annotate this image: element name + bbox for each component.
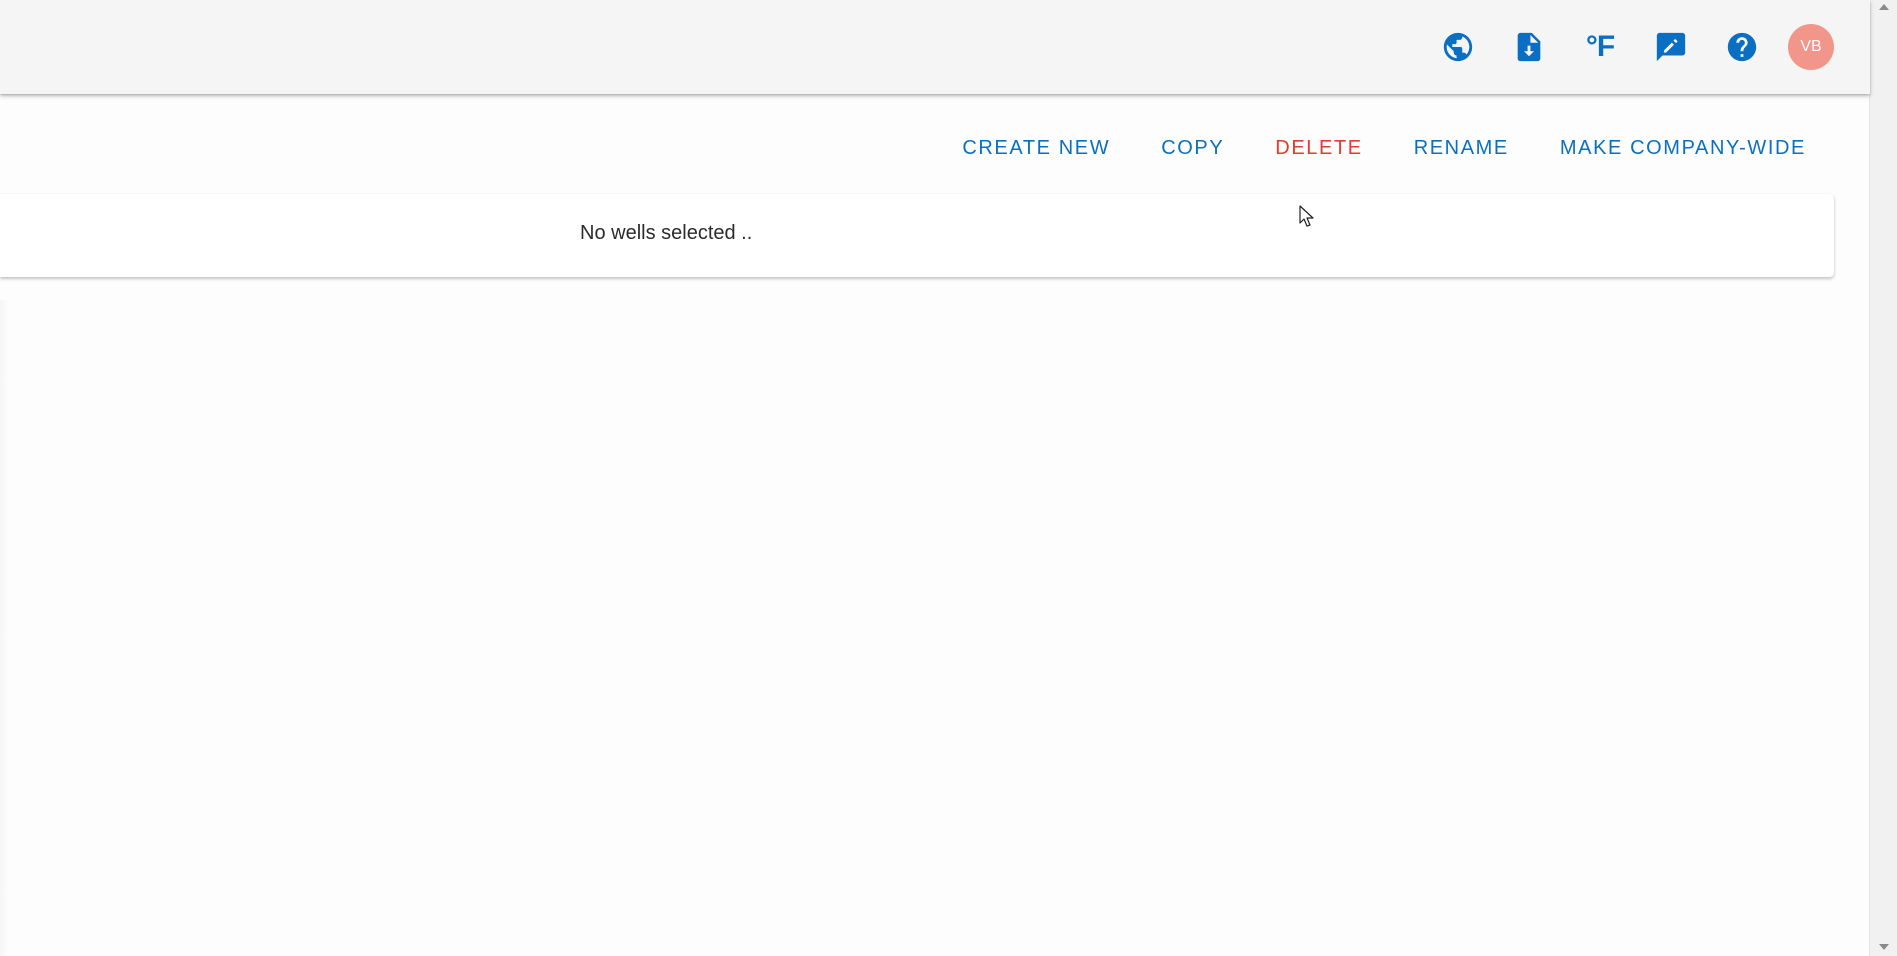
page: °F VB CREATE NEW COPY DELETE RENAME MAKE…: [0, 0, 1897, 956]
feedback-edit-icon[interactable]: [1647, 23, 1695, 71]
toolbar-actions: CREATE NEW COPY DELETE RENAME MAKE COMPA…: [911, 130, 1806, 166]
rename-button[interactable]: RENAME: [1414, 137, 1509, 160]
create-new-button[interactable]: CREATE NEW: [962, 137, 1110, 160]
app-bar: °F VB: [0, 0, 1870, 94]
mouse-cursor-icon: [1299, 205, 1315, 234]
wells-card: No wells selected ..: [0, 194, 1834, 277]
empty-state-message: No wells selected ..: [580, 222, 753, 244]
file-download-icon[interactable]: [1505, 23, 1553, 71]
panel-edge-shadow: [0, 300, 8, 956]
scroll-down-arrow-icon[interactable]: [1879, 944, 1889, 950]
app-bar-icons: °F VB: [1411, 23, 1834, 71]
avatar-initials: VB: [1800, 38, 1822, 55]
help-icon[interactable]: [1718, 23, 1766, 71]
temperature-unit-label: °F: [1585, 30, 1615, 63]
delete-button[interactable]: DELETE: [1275, 137, 1362, 160]
main-area: °F VB CREATE NEW COPY DELETE RENAME MAKE…: [0, 0, 1870, 956]
scroll-up-arrow-icon[interactable]: [1879, 4, 1889, 10]
temperature-unit-icon[interactable]: °F: [1576, 23, 1624, 71]
avatar[interactable]: VB: [1788, 24, 1834, 70]
copy-button[interactable]: COPY: [1161, 137, 1224, 160]
globe-icon[interactable]: [1434, 23, 1482, 71]
vertical-scrollbar[interactable]: [1869, 0, 1897, 956]
make-company-wide-button[interactable]: MAKE COMPANY-WIDE: [1560, 137, 1806, 160]
